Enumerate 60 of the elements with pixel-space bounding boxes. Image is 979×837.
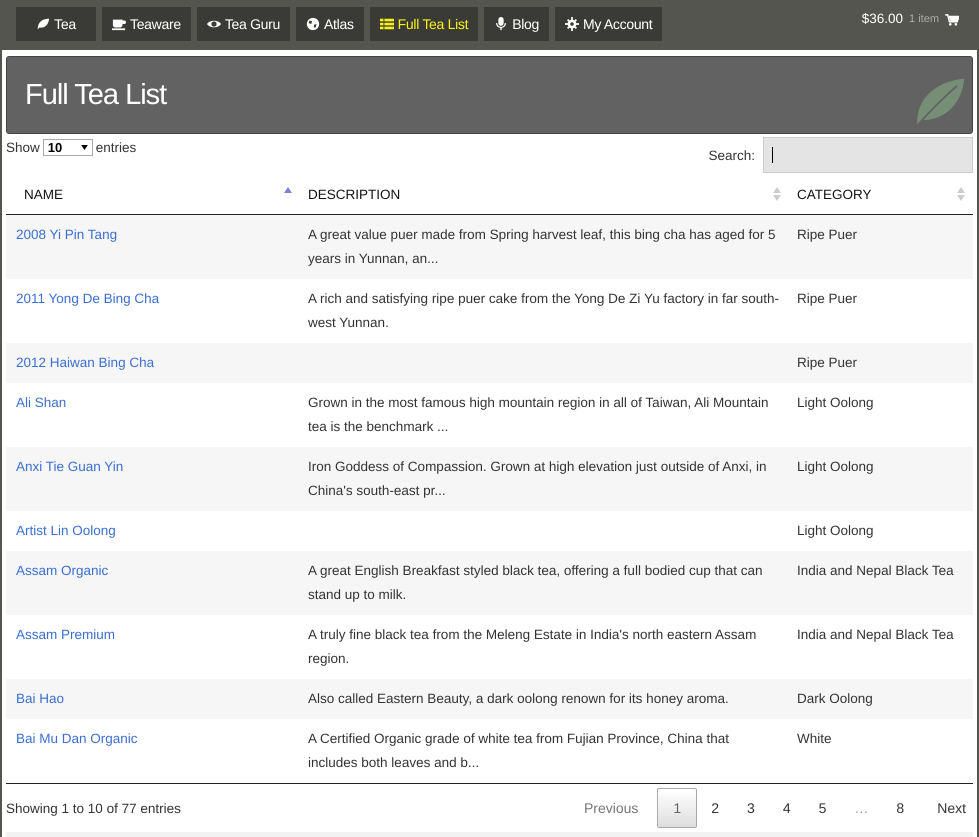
category-cell: Light Oolong bbox=[797, 395, 874, 410]
category-cell: India and Nepal Black Tea bbox=[797, 563, 954, 578]
page-title: Full Tea List bbox=[25, 78, 166, 112]
description-cell: A great value puer made from Spring harvest leaf, this bing cha has aged for 5 years in Yunnan, an... bbox=[308, 227, 776, 266]
show-label: Show bbox=[6, 140, 40, 154]
category-cell: Ripe Puer bbox=[797, 227, 858, 242]
entries-label: entries bbox=[96, 140, 136, 154]
description-cell: Grown in the most famous high mountain region in all of Taiwan, Ali Mountain tea is the benchmark ... bbox=[308, 395, 769, 434]
description-cell: Iron Goddess of Compassion. Grown at high elevation just outside of Anxi, in China's south-east pr... bbox=[308, 459, 767, 498]
cart-count: 1 item bbox=[909, 12, 939, 25]
search-field[interactable] bbox=[763, 137, 973, 173]
category-cell: Ripe Puer bbox=[797, 291, 858, 306]
page-button[interactable]: 8 bbox=[882, 788, 918, 828]
page-button[interactable]: 1 bbox=[657, 788, 698, 828]
page-button[interactable]: 2 bbox=[697, 788, 734, 828]
entries-dropdown[interactable]: 10 bbox=[42, 138, 93, 156]
description-cell: A great English Breakfast styled black tea, offering a full bodied cup that can stand up to milk. bbox=[308, 563, 763, 602]
category-cell: India and Nepal Black Tea bbox=[797, 627, 954, 642]
category-cell: Light Oolong bbox=[797, 459, 874, 474]
nav-tab[interactable]: Full Tea List bbox=[370, 7, 478, 41]
description-cell: A truly fine black tea from the Meleng Estate in India's north eastern Assam region. bbox=[308, 627, 756, 666]
tea-link[interactable]: 2012 Haiwan Bing Cha bbox=[16, 355, 154, 370]
tea-link[interactable]: Bai Mu Dan Organic bbox=[16, 731, 138, 746]
settings-icon bbox=[565, 17, 580, 31]
nav-tab[interactable]: Blog bbox=[484, 7, 550, 41]
nav-tab[interactable]: Tea Guru bbox=[196, 7, 290, 41]
ellipsis: … bbox=[853, 799, 870, 818]
page-button[interactable]: 4 bbox=[768, 788, 805, 828]
nav-tab[interactable]: Teaware bbox=[102, 7, 191, 41]
category-cell: Light Oolong bbox=[797, 523, 874, 538]
search-label: Search: bbox=[708, 148, 755, 162]
next-button[interactable]: Next bbox=[918, 788, 973, 828]
nav-tab[interactable]: Atlas bbox=[296, 7, 364, 41]
nav-tab[interactable]: Tea bbox=[16, 7, 96, 41]
tea-link[interactable]: Bai Hao bbox=[16, 691, 64, 706]
list-icon bbox=[380, 17, 394, 31]
cup-icon bbox=[112, 17, 126, 31]
tea-link[interactable]: Assam Organic bbox=[16, 563, 108, 578]
cart-icon[interactable] bbox=[945, 14, 959, 26]
table-info: Showing 1 to 10 of 77 entries bbox=[6, 800, 181, 816]
microphone-icon bbox=[494, 17, 508, 31]
category-cell: White bbox=[797, 731, 832, 746]
category-cell: Dark Oolong bbox=[797, 691, 873, 706]
description-cell: A rich and satisfying ripe puer cake from the Yong De Zi Yu factory in far south-west Yunnan. bbox=[308, 291, 780, 330]
tea-link[interactable]: Anxi Tie Guan Yin bbox=[16, 459, 124, 474]
tea-link[interactable]: Artist Lin Oolong bbox=[16, 523, 116, 538]
nav-tab[interactable]: My Account bbox=[555, 7, 662, 41]
leaf-icon bbox=[36, 17, 50, 31]
description-cell: A Certified Organic grade of white tea from Fujian Province, China that includes both leaves and b... bbox=[308, 731, 729, 770]
tea-link[interactable]: Ali Shan bbox=[16, 395, 66, 410]
tea-link[interactable]: Assam Premium bbox=[16, 627, 116, 642]
tea-link[interactable]: 2008 Yi Pin Tang bbox=[16, 227, 118, 242]
caret-icon bbox=[80, 144, 88, 150]
description-cell: Also called Eastern Beauty, a dark oolong renown for its honey aroma. bbox=[308, 691, 729, 706]
globe-icon bbox=[306, 17, 320, 31]
page-button[interactable]: 5 bbox=[804, 788, 840, 828]
page-button[interactable]: 3 bbox=[733, 788, 769, 828]
cart-total: $36.00 bbox=[862, 11, 904, 26]
category-cell: Ripe Puer bbox=[797, 355, 858, 370]
tea-link[interactable]: 2011 Yong De Bing Cha bbox=[16, 291, 160, 306]
